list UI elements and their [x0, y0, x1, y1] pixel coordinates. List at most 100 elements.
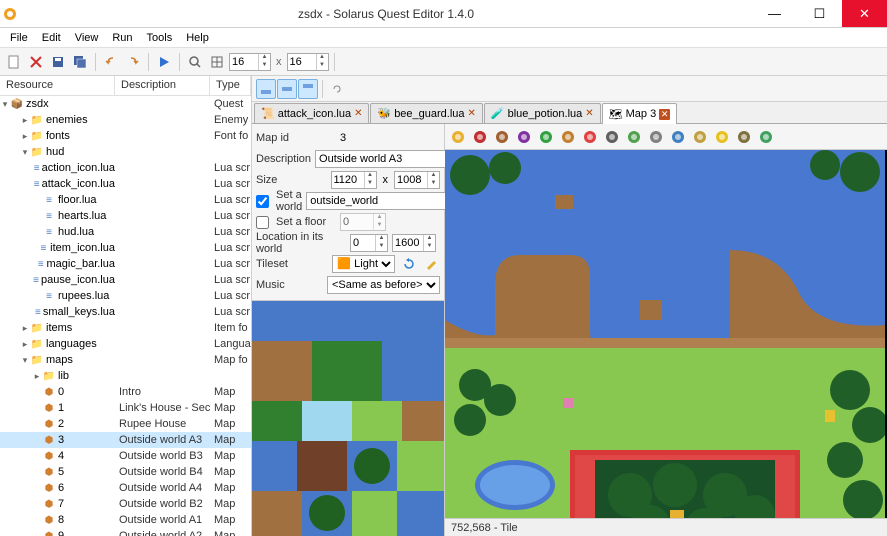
layer-mid-button[interactable] [277, 79, 297, 99]
entity-crystal-button[interactable] [514, 127, 534, 147]
app-icon [0, 7, 20, 21]
menu-edit[interactable]: Edit [36, 30, 67, 46]
tree-row[interactable]: ⬢9Outside world A2Map [0, 528, 251, 536]
tab-icon: 🗺 [609, 108, 623, 121]
entity-npc-button[interactable] [668, 127, 688, 147]
tree-row[interactable]: ⬢6Outside world A4Map [0, 480, 251, 496]
tab[interactable]: 🐝bee_guard.lua✕ [370, 103, 482, 123]
tree-row[interactable]: ⬢5Outside world B4Map [0, 464, 251, 480]
height-spinner[interactable]: ▲▼ [394, 171, 440, 189]
tab-label: blue_potion.lua [508, 108, 583, 120]
music-select[interactable]: <Same as before> [327, 276, 440, 294]
tileset-select[interactable]: 🟧 Light [332, 255, 395, 273]
menu-help[interactable]: Help [180, 30, 215, 46]
tree-row[interactable]: ≡item_icon.luaLua scr [0, 240, 251, 256]
entity-sep-button[interactable] [646, 127, 666, 147]
map-canvas[interactable] [445, 150, 887, 518]
tab-close-icon[interactable]: ✕ [585, 108, 593, 119]
reload-tileset-button[interactable] [399, 254, 417, 274]
entity-block-button[interactable] [602, 127, 622, 147]
floor-spinner[interactable]: ▲▼ [340, 213, 386, 231]
entity-hero-button[interactable] [448, 127, 468, 147]
tree-row[interactable]: ▾📦zsdxQuest [0, 96, 251, 112]
width-spinner[interactable]: ▲▼ [331, 171, 377, 189]
desc-input[interactable] [315, 150, 465, 168]
tree-row[interactable]: ▾📁mapsMap fo [0, 352, 251, 368]
tree-row[interactable]: ▸📁fontsFont fo [0, 128, 251, 144]
zoom-button[interactable] [185, 52, 205, 72]
col-description[interactable]: Description [115, 76, 210, 95]
tree-row[interactable]: ≡small_keys.luaLua scr [0, 304, 251, 320]
grid-width-spinner[interactable]: ▲▼ [229, 53, 271, 71]
entity-warp-button[interactable] [712, 127, 732, 147]
tree-row[interactable]: ⬢7Outside world B2Map [0, 496, 251, 512]
entity-bug-button[interactable] [756, 127, 776, 147]
tree-row[interactable]: ▸📁lib [0, 368, 251, 384]
maximize-button[interactable]: ☐ [797, 0, 842, 27]
tree-row[interactable]: ≡floor.luaLua scr [0, 192, 251, 208]
floor-checkbox[interactable] [256, 216, 269, 229]
tree-row[interactable]: ≡hud.luaLua scr [0, 224, 251, 240]
tree-row[interactable]: ≡pause_icon.luaLua scr [0, 272, 251, 288]
delete-button[interactable] [26, 52, 46, 72]
undo-button[interactable] [101, 52, 121, 72]
entity-lever-button[interactable] [734, 127, 754, 147]
layer-low-button[interactable] [256, 79, 276, 99]
tree-row[interactable]: ≡hearts.luaLua scr [0, 208, 251, 224]
menu-view[interactable]: View [69, 30, 105, 46]
new-button[interactable] [4, 52, 24, 72]
minimize-button[interactable]: — [752, 0, 797, 27]
tree-row[interactable]: ⬢2Rupee HouseMap [0, 416, 251, 432]
entity-star-button[interactable] [580, 127, 600, 147]
tree-row[interactable]: ≡rupees.luaLua scr [0, 288, 251, 304]
grid-button[interactable] [207, 52, 227, 72]
grid-height-spinner[interactable]: ▲▼ [287, 53, 329, 71]
tree-row[interactable]: ⬢8Outside world A1Map [0, 512, 251, 528]
tree-row[interactable]: ▾📁hud [0, 144, 251, 160]
tree-row[interactable]: ⬢4Outside world B3Map [0, 448, 251, 464]
locx-spinner[interactable]: ▲▼ [350, 234, 388, 252]
col-resource[interactable]: Resource [0, 76, 115, 95]
run-button[interactable] [154, 52, 174, 72]
edit-tileset-button[interactable] [422, 254, 440, 274]
entity-pot-button[interactable] [492, 127, 512, 147]
world-input[interactable] [306, 192, 456, 210]
save-button[interactable] [48, 52, 68, 72]
tab-close-icon[interactable]: ✕ [354, 108, 362, 119]
menu-file[interactable]: File [4, 30, 34, 46]
entity-question-button[interactable] [624, 127, 644, 147]
tree-row[interactable]: ▸📁languagesLangua [0, 336, 251, 352]
tileset-view[interactable] [252, 301, 444, 536]
tree-row[interactable]: ▸📁enemiesEnemy [0, 112, 251, 128]
tree-row[interactable]: ≡attack_icon.luaLua scr [0, 176, 251, 192]
tree-row[interactable]: ⬢3Outside world A3Map [0, 432, 251, 448]
locy-spinner[interactable]: ▲▼ [392, 234, 436, 252]
main-toolbar: ▲▼ x ▲▼ [0, 48, 887, 76]
tree-body[interactable]: ▾📦zsdxQuest▸📁enemiesEnemy▸📁fontsFont fo▾… [0, 96, 251, 536]
entity-chest-button[interactable] [558, 127, 578, 147]
tab[interactable]: 🗺Map 3✕ [602, 103, 678, 124]
tab-close-icon[interactable]: ✕ [659, 109, 670, 120]
world-checkbox[interactable] [256, 195, 269, 208]
menu-run[interactable]: Run [106, 30, 138, 46]
tab-close-icon[interactable]: ✕ [468, 108, 476, 119]
tree-row[interactable]: ≡action_icon.luaLua scr [0, 160, 251, 176]
tree-row[interactable]: ⬢1Link's House - Secret roomMap [0, 400, 251, 416]
entity-flower-button[interactable] [470, 127, 490, 147]
tree-row[interactable]: ▸📁itemsItem fo [0, 320, 251, 336]
tree-row[interactable]: ≡magic_bar.luaLua scr [0, 256, 251, 272]
redo-button[interactable] [123, 52, 143, 72]
menu-tools[interactable]: Tools [141, 30, 179, 46]
close-button[interactable]: ✕ [842, 0, 887, 27]
entity-sound-button[interactable] [690, 127, 710, 147]
tab[interactable]: 🧪blue_potion.lua✕ [484, 103, 601, 123]
layer-high-button[interactable] [298, 79, 318, 99]
tree-row[interactable]: ⬢0IntroMap [0, 384, 251, 400]
save-all-button[interactable] [70, 52, 90, 72]
entity-guard-button[interactable] [536, 127, 556, 147]
col-type[interactable]: Type [210, 76, 251, 95]
map-properties: Map id3 Description Size ▲▼ x ▲▼ Set a w… [252, 124, 444, 301]
tab[interactable]: 📜attack_icon.lua✕ [254, 103, 369, 123]
titlebar: zsdx - Solarus Quest Editor 1.4.0 — ☐ ✕ [0, 0, 887, 28]
link-icon[interactable] [327, 79, 347, 99]
